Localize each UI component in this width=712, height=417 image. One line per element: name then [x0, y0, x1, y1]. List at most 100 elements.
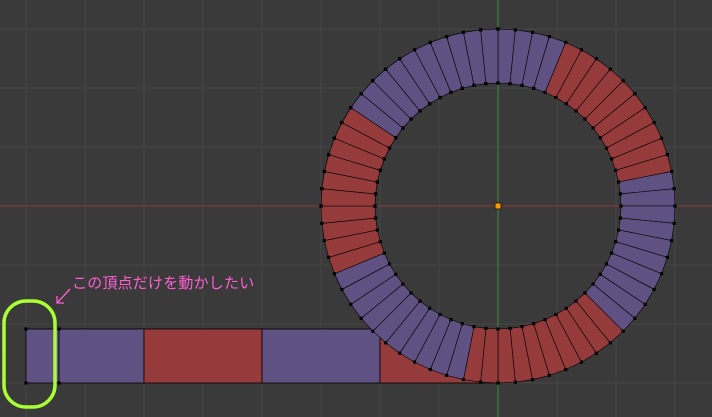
mesh-vertex — [479, 380, 483, 384]
mesh-vertex — [554, 312, 558, 317]
mesh-vertex — [418, 109, 422, 113]
annotation-arrow — [56, 288, 71, 304]
mesh-vertex — [574, 299, 578, 303]
mesh-vertex — [327, 255, 331, 259]
viewport-canvas[interactable] — [0, 0, 712, 417]
mesh-vertex — [617, 180, 621, 184]
mesh-vertex — [438, 95, 442, 100]
mesh-vertex — [428, 306, 432, 310]
mesh-vertex — [670, 238, 674, 243]
mesh-vertex — [322, 169, 326, 174]
object-origin[interactable] — [494, 202, 502, 210]
mesh-vertex — [659, 136, 664, 140]
mesh-vertex — [445, 35, 449, 39]
mesh-vertex — [643, 106, 647, 110]
mesh-vertex — [564, 367, 568, 372]
mesh-vertex — [373, 216, 378, 220]
mesh-vertex — [547, 35, 551, 39]
mesh-vertex — [359, 316, 363, 320]
mesh-vertex — [614, 168, 618, 172]
annotation-label: この頂点だけを動かしたい — [72, 274, 255, 292]
mesh-vertex — [409, 117, 413, 121]
mesh-vertex — [579, 360, 584, 364]
mesh-vertex — [665, 255, 669, 259]
3d-viewport[interactable]: この頂点だけを動かしたい — [0, 0, 712, 417]
mesh-vertex — [579, 48, 584, 52]
mesh-vertex — [332, 272, 337, 276]
mesh-vertex — [496, 27, 500, 31]
mesh-vertex — [428, 102, 432, 106]
mesh-vertex — [633, 316, 637, 320]
mesh-vertex — [461, 378, 466, 382]
mesh-vertex — [543, 318, 547, 322]
mesh-vertex — [322, 238, 326, 243]
mesh-vertex — [449, 318, 453, 322]
mesh-vertex — [371, 79, 375, 83]
mesh-vertex — [652, 287, 656, 292]
mesh-vertex — [24, 327, 28, 331]
mesh-vertex — [349, 302, 353, 306]
mesh-vertex — [320, 221, 324, 225]
mesh-vertex — [401, 126, 405, 130]
mesh-vertex — [665, 153, 669, 157]
mesh-vertex — [594, 351, 598, 355]
mesh-vertex — [382, 157, 386, 161]
mesh-vertex — [591, 126, 595, 130]
mesh-vertex — [472, 325, 476, 329]
mesh-vertex — [460, 86, 464, 90]
mesh-vertex — [340, 120, 344, 125]
mesh-vertex — [449, 90, 453, 94]
mesh-vertex — [530, 378, 535, 382]
mesh-vertex — [591, 282, 595, 286]
mesh-vertex — [375, 228, 379, 232]
mesh-vertex — [496, 81, 500, 85]
mesh-vertex — [617, 228, 621, 232]
mesh-vertex — [608, 341, 612, 345]
mesh-vertex — [672, 187, 676, 191]
mesh-vertex — [349, 106, 353, 110]
mesh-vertex — [583, 117, 587, 121]
mesh-vertex — [57, 327, 61, 331]
mesh-vertex — [543, 90, 547, 94]
mesh-vertex — [530, 30, 535, 34]
mesh-vertex — [652, 120, 656, 125]
mesh-vertex — [412, 360, 417, 364]
mesh-vertex — [604, 262, 609, 266]
mesh-vertex — [412, 48, 417, 52]
mesh-vertex — [564, 40, 568, 45]
mesh-vertex — [378, 168, 382, 172]
mesh-vertex — [359, 92, 363, 96]
mesh-vertex — [428, 40, 432, 45]
mesh-vertex — [496, 381, 500, 385]
mesh-face — [143, 328, 263, 384]
mesh-vertex — [387, 146, 392, 150]
mesh-vertex — [398, 57, 402, 61]
mesh-vertex — [496, 327, 500, 331]
mesh-vertex — [378, 240, 382, 244]
mesh-vertex — [319, 204, 323, 208]
mesh-vertex — [643, 302, 647, 306]
mesh-vertex — [320, 187, 324, 191]
mesh-vertex — [340, 287, 344, 292]
mesh-vertex — [371, 329, 375, 333]
mesh-vertex — [564, 102, 568, 106]
mesh-vertex — [484, 81, 488, 86]
mesh-vertex — [373, 204, 377, 208]
mesh-vertex — [520, 325, 524, 329]
mesh-vertex — [472, 83, 476, 87]
mesh-vertex — [332, 136, 337, 140]
mesh-vertex — [583, 291, 587, 295]
mesh-vertex — [619, 204, 623, 208]
mesh-vertex — [598, 272, 602, 276]
mesh-vertex — [532, 86, 536, 90]
mesh-vertex — [401, 282, 405, 286]
mesh-vertex — [554, 95, 558, 100]
mesh-vertex — [375, 180, 379, 184]
mesh-vertex — [461, 30, 466, 34]
mesh-vertex — [428, 367, 432, 372]
mesh-vertex — [672, 221, 676, 225]
mesh-vertex — [574, 109, 578, 113]
mesh-vertex — [508, 81, 512, 86]
mesh-vertex — [460, 322, 464, 326]
mesh-vertex — [520, 83, 524, 87]
